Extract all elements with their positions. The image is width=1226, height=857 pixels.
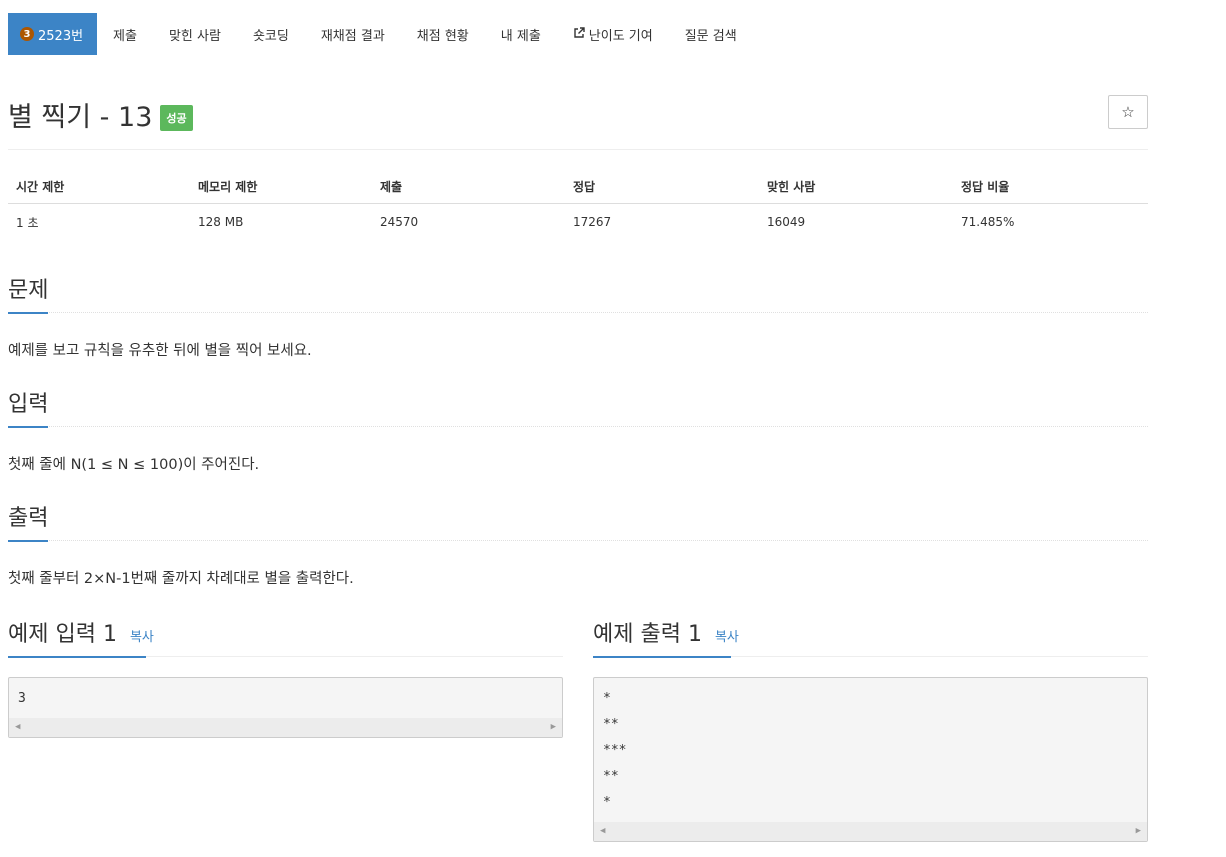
header-accepted: 정답 [565,169,759,204]
favorite-button[interactable]: ☆ [1108,95,1148,129]
sample-output-line: ** [603,717,619,732]
divider [8,149,1148,150]
sample-output-line: * [603,691,611,706]
sample-input-title: 예제 입력 1 [8,622,117,647]
submissions-value: 24570 [380,215,419,229]
accept-ratio-value: 71.485% [961,215,1015,229]
sample-output-box: * ** *** ** * ◀ ▶ [593,677,1148,842]
tab-label: 질문 검색 [684,28,737,44]
table-row: 1 초 128 MB 24570 17267 16049 71.485% [8,204,1148,241]
sample-input-line: 3 [18,691,26,706]
tab-label: 내 제출 [500,28,541,44]
section-title: 입력 [8,392,49,417]
tab-submit[interactable]: 제출 [97,13,153,55]
scroll-right-icon[interactable]: ▶ [551,722,556,732]
tab-label: 2523번 [38,28,84,44]
tab-label: 숏코딩 [252,28,289,44]
output-description: 첫째 줄부터 2×N-1번째 줄까지 차례대로 별을 출력한다. [8,571,354,587]
tab-solved-users[interactable]: 맞힌 사람 [153,13,237,55]
tab-question-search[interactable]: 질문 검색 [669,13,753,55]
problem-description: 예제를 보고 규칙을 유추한 뒤에 별을 찍어 보세요. [8,343,312,359]
output-section-header: 출력 [8,500,1148,542]
section-title: 출력 [8,506,49,531]
scroll-left-icon[interactable]: ◀ [15,722,20,732]
sample-output-line: ** [603,769,619,784]
star-icon: ☆ [1121,103,1135,121]
table-header-row: 시간 제한 메모리 제한 제출 정답 맞힌 사람 정답 비율 [8,169,1148,204]
header-solved-users: 맞힌 사람 [759,169,953,204]
input-section-header: 입력 [8,386,1148,428]
header-time-limit: 시간 제한 [8,169,190,204]
sample-output-header: 예제 출력 1 복사 [593,616,1148,658]
header-memory-limit: 메모리 제한 [190,169,372,204]
sample-output-line: *** [603,743,627,758]
tab-problem[interactable]: 3 2523번 [8,13,98,55]
solved-users-value: 16049 [767,215,806,229]
page-title: 별 찍기 - 13 [8,102,153,133]
header-submissions: 제출 [372,169,565,204]
tab-label: 재채점 결과 [320,28,385,44]
section-title: 문제 [8,278,49,303]
sample-input-box: 3 ◀ ▶ [8,677,563,738]
title-row: 별 찍기 - 13 성공 [8,95,193,134]
status-badge: 성공 [160,104,193,131]
accepted-value: 17267 [573,215,612,229]
scroll-left-icon[interactable]: ◀ [600,826,605,836]
sample-input-header: 예제 입력 1 복사 [8,616,563,658]
memory-limit-value: 128 MB [198,215,244,229]
tab-judge-status[interactable]: 채점 현황 [401,13,485,55]
external-link-icon [573,26,585,42]
input-description: 첫째 줄에 N(1 ≤ N ≤ 100)이 주어진다. [8,457,260,473]
horizontal-scrollbar[interactable]: ◀ ▶ [9,718,562,737]
tab-rejudge-results[interactable]: 재채점 결과 [305,13,401,55]
time-limit-value: 1 초 [16,215,39,230]
tab-difficulty-contribution[interactable]: 난이도 기여 [557,13,669,55]
tier-badge-icon: 3 [20,27,34,41]
problem-nav: 3 2523번 제출 맞힌 사람 숏코딩 재채점 결과 채점 현황 내 제출 난… [8,13,753,55]
tab-label: 채점 현황 [416,28,469,44]
problem-section-header: 문제 [8,272,1148,314]
tab-short-coding[interactable]: 숏코딩 [237,13,305,55]
copy-sample-output-button[interactable]: 복사 [715,630,739,645]
header-accept-ratio: 정답 비율 [953,169,1148,204]
tab-label: 난이도 기여 [588,28,653,44]
horizontal-scrollbar[interactable]: ◀ ▶ [594,822,1147,841]
copy-sample-input-button[interactable]: 복사 [130,630,154,645]
sample-output-title: 예제 출력 1 [593,622,702,647]
problem-info-table: 시간 제한 메모리 제한 제출 정답 맞힌 사람 정답 비율 1 초 128 M… [8,169,1148,240]
sample-output-line: * [603,795,611,810]
scroll-right-icon[interactable]: ▶ [1136,826,1141,836]
tab-my-submissions[interactable]: 내 제출 [485,13,557,55]
tab-label: 맞힌 사람 [168,28,221,44]
tab-label: 제출 [113,28,137,44]
